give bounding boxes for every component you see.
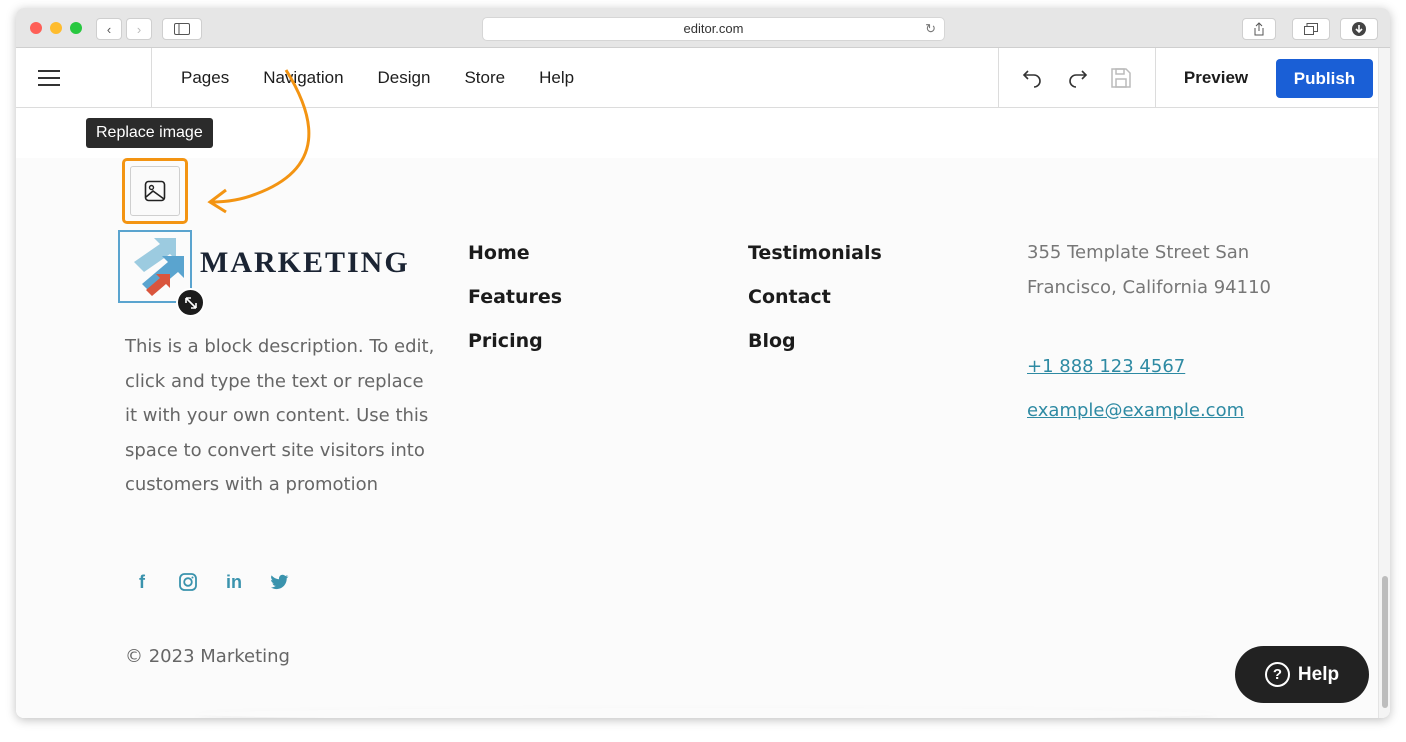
window-controls	[30, 22, 82, 34]
tabs-overview-button[interactable]	[1292, 18, 1330, 40]
save-icon[interactable]	[1110, 67, 1132, 89]
footer-links-col2: Testimonials Contact Blog	[748, 242, 882, 374]
logo-arrows-icon	[134, 238, 184, 296]
replace-image-tooltip: Replace image	[86, 118, 213, 148]
help-button[interactable]: ? Help	[1235, 646, 1369, 703]
replace-image-button[interactable]	[130, 166, 180, 216]
reload-icon[interactable]: ↻	[925, 18, 936, 40]
menu-button[interactable]	[16, 48, 152, 107]
footer-link-pricing[interactable]: Pricing	[468, 330, 562, 353]
undo-icon[interactable]	[1022, 68, 1044, 88]
redo-icon[interactable]	[1066, 68, 1088, 88]
publish-button[interactable]: Publish	[1276, 59, 1373, 98]
image-icon	[144, 180, 166, 202]
chevron-left-icon: ‹	[106, 21, 112, 37]
nav-navigation[interactable]: Navigation	[263, 68, 343, 88]
downloads-button[interactable]	[1340, 18, 1378, 40]
footer-phone-link[interactable]: +1 888 123 4567	[1027, 356, 1185, 377]
editor-nav: Pages Navigation Design Store Help	[164, 48, 591, 107]
question-icon: ?	[1264, 662, 1290, 687]
forward-button[interactable]: ›	[126, 18, 152, 40]
resize-handle[interactable]	[176, 288, 205, 317]
hamburger-icon	[38, 69, 60, 86]
back-button[interactable]: ‹	[96, 18, 122, 40]
download-icon	[1352, 22, 1366, 36]
twitter-icon[interactable]	[268, 570, 292, 594]
nav-store[interactable]: Store	[464, 68, 505, 88]
footer-brand-name[interactable]: MARKETING	[200, 246, 410, 280]
footer-email-link[interactable]: example@example.com	[1027, 400, 1244, 421]
footer-link-home[interactable]: Home	[468, 242, 562, 265]
footer-copyright: © 2023 Marketing	[125, 646, 290, 667]
footer-link-contact[interactable]: Contact	[748, 286, 882, 309]
footer-address: 355 Template Street San Francisco, Calif…	[1027, 242, 1271, 298]
preview-button[interactable]: Preview	[1166, 48, 1266, 107]
share-icon	[1254, 22, 1264, 36]
share-button[interactable]	[1242, 18, 1276, 40]
sidebar-icon	[174, 23, 190, 35]
close-window-button[interactable]	[30, 22, 42, 34]
footer-link-blog[interactable]: Blog	[748, 330, 882, 353]
social-links: f in	[130, 570, 292, 594]
linkedin-icon[interactable]: in	[222, 570, 246, 594]
footer-link-testimonials[interactable]: Testimonials	[748, 242, 882, 265]
scrollbar-thumb[interactable]	[1382, 576, 1388, 708]
browser-chrome: ‹ › editor.com ↻	[16, 8, 1390, 48]
footer-links-col1: Home Features Pricing	[468, 242, 562, 374]
history-controls	[998, 48, 1156, 107]
help-button-label: Help	[1297, 663, 1340, 685]
editor-canvas: Replace image MARKETING This is a block …	[16, 108, 1378, 718]
nav-design[interactable]: Design	[378, 68, 431, 88]
replace-image-highlight	[122, 158, 188, 224]
instagram-icon[interactable]	[176, 570, 200, 594]
url-text: editor.com	[683, 21, 744, 36]
footer-description[interactable]: This is a block description. To edit, cl…	[125, 330, 435, 503]
tabs-icon	[1304, 23, 1318, 35]
browser-window: ‹ › editor.com ↻ Pages Navigation Design…	[16, 8, 1390, 718]
chevron-right-icon: ›	[136, 21, 142, 37]
section-shadow	[196, 708, 1216, 718]
footer-link-features[interactable]: Features	[468, 286, 562, 309]
scrollbar[interactable]	[1378, 48, 1390, 718]
resize-icon	[184, 296, 197, 309]
maximize-window-button[interactable]	[70, 22, 82, 34]
nav-help[interactable]: Help	[539, 68, 574, 88]
nav-pages[interactable]: Pages	[181, 68, 229, 88]
facebook-icon[interactable]: f	[130, 570, 154, 594]
sidebar-toggle-button[interactable]	[162, 18, 202, 40]
minimize-window-button[interactable]	[50, 22, 62, 34]
editor-toolbar: Pages Navigation Design Store Help Previ…	[16, 48, 1378, 108]
address-bar[interactable]: editor.com ↻	[482, 17, 945, 41]
